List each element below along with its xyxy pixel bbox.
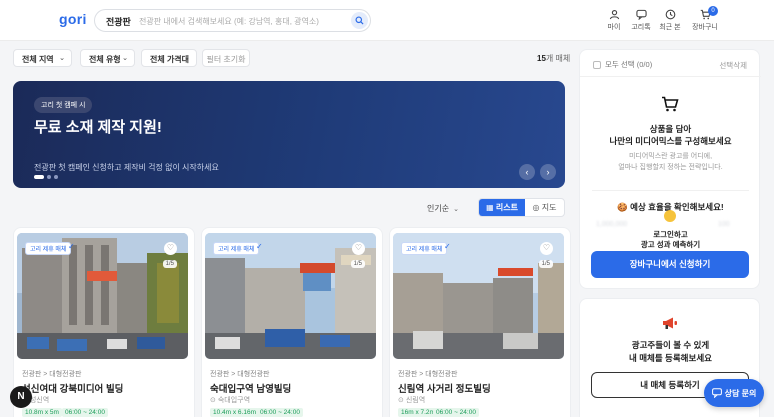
card-category: 전광판 > 대형전광판 <box>398 371 458 378</box>
size-badge: 10.8m x 5m <box>22 408 62 417</box>
media-card[interactable]: 고리 제휴 매체 ✓ ♡ 1/5 전광판 > 대형전광판 성신여대 강북미디어 … <box>13 227 195 417</box>
login-prompt-2[interactable]: 광고 성과 예측하기 <box>580 239 761 250</box>
cart-count-badge: 0 <box>708 6 718 16</box>
banner-subtitle: 전광판 첫 캠페인 신청하고 제작비 걱정 없이 시작하세요 <box>34 163 219 172</box>
search-bar[interactable]: 전광판 전광판 내에서 검색해보세요 (예: 강남역, 홍대, 광역소) <box>94 9 371 32</box>
banner-title: 무료 소재 제작 지원! <box>34 119 162 136</box>
consult-button[interactable]: 상담 문의 <box>704 379 764 407</box>
divider <box>580 76 761 77</box>
heart-icon[interactable]: ♡ <box>164 242 177 255</box>
card-category: 전광판 > 대형전광판 <box>22 371 82 378</box>
card-location: ⊙ 숙대입구역 <box>210 397 251 404</box>
size-badge: 10.4m x 6.16m <box>210 408 259 417</box>
filter-reset-button[interactable]: 필터 초기화 <box>202 49 250 67</box>
photo-counter: 1/5 <box>538 260 553 268</box>
pagination-dot[interactable] <box>47 175 51 179</box>
pin-icon: ⊙ <box>210 397 218 404</box>
list-view-button[interactable]: ▦ 리스트 <box>479 199 525 216</box>
partner-tag: 고리 제휴 매체 <box>25 242 72 255</box>
search-icon <box>355 16 364 25</box>
apply-from-cart-button[interactable]: 장바구니에서 신청하기 <box>591 251 749 278</box>
empty-desc-2: 얼마나 집행할지 정하는 전략입니다. <box>618 164 723 171</box>
pagination-dot[interactable] <box>54 175 58 179</box>
time-badge: 06:00 ~ 24:00 <box>62 408 108 417</box>
recent-viewed-button[interactable]: 최근 본 <box>653 9 687 32</box>
logo[interactable]: gori <box>59 11 87 27</box>
chevron-down-icon: ⌄ <box>59 55 65 62</box>
megaphone-icon <box>663 317 677 329</box>
clock-icon <box>665 9 675 20</box>
partner-tag: 고리 제휴 매체 <box>213 242 260 255</box>
heart-icon[interactable]: ♡ <box>352 242 365 255</box>
price-filter[interactable]: 전체 가격대 ⌄ <box>141 49 197 67</box>
card-title[interactable]: 신림역 사거리 정도빌딩 <box>398 381 491 395</box>
register-title-1: 광고주들이 볼 수 있게 <box>631 340 710 350</box>
media-photo[interactable]: 고리 제휴 매체 ✓ ♡ 1/5 <box>17 233 188 359</box>
select-all-checkbox[interactable]: 모두 선택 (0/0) <box>593 59 652 70</box>
empty-title-1: 상품을 담아 <box>649 124 692 134</box>
verified-icon: ✓ <box>68 242 75 251</box>
divider <box>592 190 749 191</box>
card-category: 전광판 > 대형전광판 <box>210 371 270 378</box>
chat-icon <box>635 9 647 20</box>
cart-button[interactable]: 0 장바구니 <box>688 6 722 32</box>
partner-tag: 고리 제휴 매체 <box>401 242 448 255</box>
promo-banner[interactable]: 고리 첫 캠페 시 무료 소재 제작 지원! 전광판 첫 캠페인 신청하고 제작… <box>13 81 565 188</box>
blurred-value: 100 <box>718 221 730 228</box>
banner-prev-button[interactable]: ‹ <box>519 164 535 180</box>
view-toggle: ▦ 리스트 ◎ 지도 <box>478 198 565 217</box>
chevron-down-icon: ⌄ <box>122 55 128 62</box>
search-input[interactable]: 전광판 내에서 검색해보세요 (예: 강남역, 홍대, 광역소) <box>139 16 319 27</box>
card-location: ⊙ 신림역 <box>398 397 426 404</box>
pin-icon: ⊙ <box>398 397 406 404</box>
banner-pagination <box>34 175 58 179</box>
pagination-dot[interactable] <box>34 175 44 179</box>
media-card[interactable]: 고리 제휴 매체 ✓ ♡ 1/5 전광판 > 대형전광판 신림역 사거리 정도빌… <box>389 227 571 417</box>
empty-title-2: 나만의 미디어믹스를 구성해보세요 <box>609 136 732 146</box>
chevron-down-icon: ⌄ <box>184 55 190 62</box>
sort-select[interactable]: 인기순 ⌄ <box>427 203 459 214</box>
map-view-button[interactable]: ◎ 지도 <box>525 199 564 216</box>
delete-selected-button[interactable]: 선택삭제 <box>719 60 747 71</box>
media-photo[interactable]: 고리 제휴 매체 ✓ ♡ 1/5 <box>205 233 376 359</box>
chat-icon <box>711 388 722 398</box>
floating-n-badge[interactable]: N <box>10 386 32 408</box>
time-badge: 06:00 ~ 24:00 <box>433 408 479 417</box>
banner-next-button[interactable]: › <box>540 164 556 180</box>
user-icon <box>609 10 619 20</box>
lock-icon <box>664 210 676 222</box>
card-title[interactable]: 성신여대 강북미디어 빌딩 <box>22 381 123 395</box>
verified-icon: ✓ <box>444 242 451 251</box>
card-title[interactable]: 숙대입구역 남영빌딩 <box>210 381 291 395</box>
type-filter[interactable]: 전체 유형 ⌄ <box>80 49 135 67</box>
verified-icon: ✓ <box>256 242 263 251</box>
photo-counter: 1/5 <box>350 260 365 268</box>
heart-icon[interactable]: ♡ <box>540 242 553 255</box>
time-badge: 06:00 ~ 24:00 <box>257 408 303 417</box>
checkbox-icon <box>593 60 601 69</box>
media-photo[interactable]: 고리 제휴 매체 ✓ ♡ 1/5 <box>393 233 564 359</box>
cart-icon <box>662 96 679 112</box>
region-filter[interactable]: 전체 지역 ⌄ <box>13 49 72 67</box>
empty-desc-1: 미디어믹스란 광고를 어디에, <box>628 153 713 160</box>
region-select[interactable]: 전광판 <box>106 15 131 28</box>
cart-panel: 모두 선택 (0/0) 선택삭제 상품을 담아 나만의 미디어믹스를 구성해보세… <box>579 49 761 289</box>
media-count: 15개 매체 <box>537 54 571 63</box>
top-header: gori 전광판 전광판 내에서 검색해보세요 (예: 강남역, 홍대, 광역소… <box>0 0 774 41</box>
search-button[interactable] <box>351 12 368 29</box>
banner-pill: 고리 첫 캠페 시 <box>34 97 93 113</box>
chevron-down-icon: ⌄ <box>453 206 459 213</box>
blurred-value: 1,000,000 <box>596 221 628 228</box>
size-badge: 16m x 7.2m <box>398 408 438 417</box>
register-title-2: 내 매체를 등록해보세요 <box>629 353 712 363</box>
photo-counter: 1/5 <box>162 260 177 268</box>
media-card[interactable]: 고리 제휴 매체 ✓ ♡ 1/5 전광판 > 대형전광판 숙대입구역 남영빌딩 … <box>201 227 383 417</box>
